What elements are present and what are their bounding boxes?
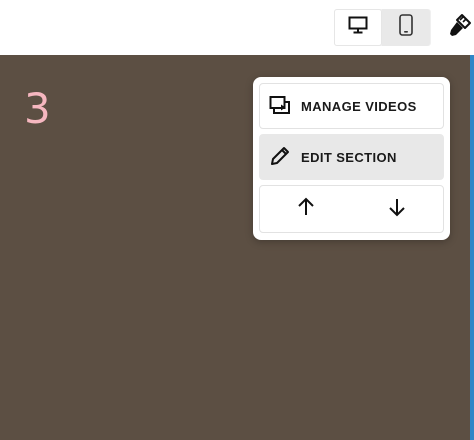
pencil-icon [269, 145, 291, 170]
mobile-view-button[interactable] [382, 9, 430, 46]
section-number-text: 3 [24, 84, 51, 133]
section-selection-edge [470, 55, 474, 440]
move-section-up-button[interactable] [260, 186, 352, 232]
arrow-up-icon [297, 197, 315, 222]
desktop-view-button[interactable] [334, 9, 382, 46]
arrow-down-icon [388, 197, 406, 222]
move-section-down-button[interactable] [352, 186, 444, 232]
move-section-controls [259, 185, 444, 233]
desktop-icon [348, 16, 368, 39]
top-toolbar [0, 0, 474, 55]
edit-section-button[interactable]: EDIT SECTION [259, 134, 444, 180]
device-view-toggle [334, 9, 431, 46]
video-library-icon [269, 95, 291, 118]
mobile-icon [399, 14, 413, 41]
site-styles-button[interactable] [447, 13, 473, 43]
edit-section-label: EDIT SECTION [301, 149, 397, 165]
manage-videos-label: MANAGE VIDEOS [301, 98, 417, 114]
section-actions-panel: MANAGE VIDEOS EDIT SECTION [253, 77, 450, 240]
paintbrush-icon [448, 13, 472, 44]
manage-videos-button[interactable]: MANAGE VIDEOS [259, 83, 444, 129]
